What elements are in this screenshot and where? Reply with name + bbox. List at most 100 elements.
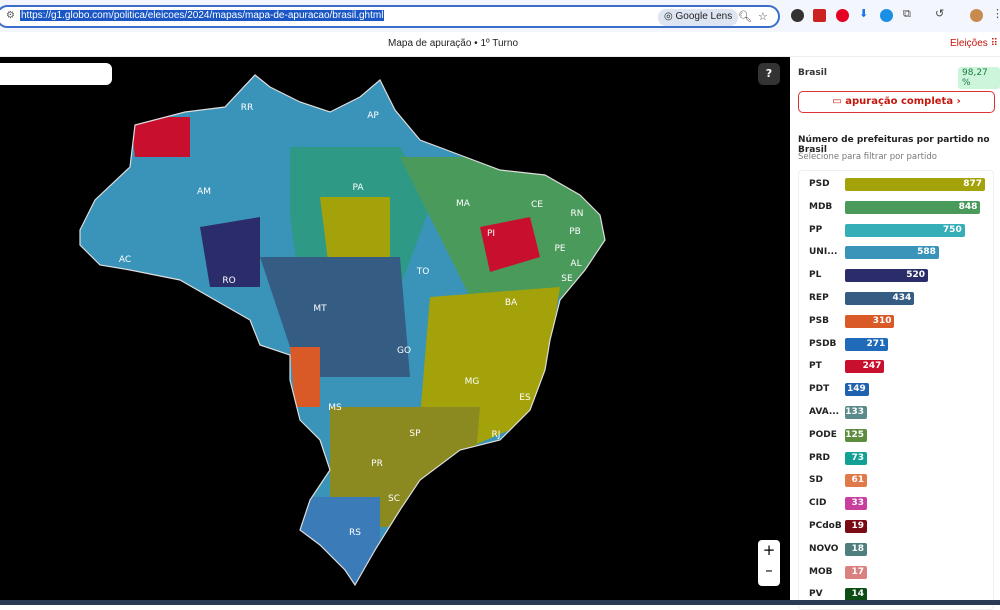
state-label-pi: PI — [487, 229, 495, 239]
party-label: PP — [809, 224, 823, 235]
party-bar[interactable]: 271 — [845, 337, 889, 351]
state-label-ac: AC — [119, 255, 131, 265]
party-label: NOVO — [809, 543, 839, 554]
state-label-go: GO — [397, 346, 411, 356]
party-label: PRD — [809, 452, 830, 463]
taskbar — [0, 600, 1000, 605]
zoom-out-button[interactable]: – — [765, 561, 773, 579]
section-subheading: Selecione para filtrar por partido — [798, 152, 937, 162]
menu-icon[interactable]: ⋮ — [992, 7, 1000, 20]
party-bar[interactable]: 877 — [845, 178, 985, 191]
chevron-right-icon: › — [956, 96, 961, 107]
state-label-es: ES — [519, 393, 531, 403]
state-label-ap: AP — [367, 111, 379, 121]
party-bar[interactable]: 588 — [845, 246, 939, 260]
profile-avatar[interactable] — [970, 9, 983, 22]
region-fill — [260, 257, 410, 377]
party-bar[interactable]: 133 — [845, 406, 867, 419]
party-label: PSB — [809, 315, 829, 326]
party-label: CID — [809, 498, 827, 509]
region-fill — [300, 497, 380, 585]
state-label-rs: RS — [349, 528, 361, 538]
extension-icon[interactable] — [880, 9, 893, 22]
apuracao-label: apuração completa — [845, 96, 954, 107]
party-bar[interactable]: 149 — [845, 383, 869, 397]
state-label-ba: BA — [505, 298, 518, 308]
ballot-icon: ▭ — [832, 96, 842, 107]
sidebar: Brasil 98,27 % ▭ apuração completa › Núm… — [790, 57, 1000, 610]
party-label: PCdoB — [809, 521, 842, 531]
browser-toolbar: ⚙ https://g1.globo.com/politica/eleicoes… — [0, 0, 1000, 32]
party-bar[interactable]: 125 — [845, 428, 867, 442]
google-lens-label: Google Lens — [675, 11, 733, 22]
party-bar[interactable]: 310 — [845, 314, 895, 328]
party-label: PDT — [809, 384, 830, 395]
party-bar[interactable]: 73 — [845, 451, 867, 465]
party-label: REP — [809, 293, 829, 303]
state-label-ms: MS — [328, 403, 342, 413]
state-label-mt: MT — [313, 304, 327, 314]
party-bar[interactable]: 33 — [845, 497, 867, 511]
party-bar[interactable]: 434 — [845, 292, 915, 305]
state-label-rj: RJ — [492, 430, 501, 440]
party-bar[interactable]: 247 — [845, 360, 885, 374]
state-label-sc: SC — [388, 494, 400, 504]
party-label: PV — [809, 589, 823, 600]
zoom-in-button[interactable]: + — [763, 541, 776, 559]
zoom-controls[interactable]: + – — [758, 540, 780, 586]
state-label-mg: MG — [465, 377, 480, 387]
url-text[interactable]: https://g1.globo.com/politica/eleicoes/2… — [20, 10, 385, 21]
party-bar[interactable]: 848 — [845, 200, 981, 214]
state-label-pe: PE — [554, 244, 565, 254]
election-map[interactable]: ? RR AP AM PA MA CE RN PB PI PE AL SE AC RO TO BA MT GO MG… — [0, 57, 790, 605]
party-bar[interactable]: 750 — [845, 223, 965, 237]
grid-menu-icon: ⠿ — [990, 38, 998, 49]
region-name: Brasil — [798, 68, 827, 78]
state-label-rr: RR — [241, 103, 254, 113]
brazil-map-svg: RR AP AM PA MA CE RN PB PI PE AL SE AC RO TO BA MT GO MG ES… — [79, 74, 606, 586]
download-icon[interactable]: ⬇ — [859, 7, 868, 20]
page-title: Mapa de apuração • 1º Turno — [388, 38, 519, 49]
party-label: MOB — [809, 566, 833, 577]
eleicoes-label: Eleições — [950, 38, 988, 49]
eleicoes-menu[interactable]: Eleições ⠿ — [950, 38, 998, 49]
state-label-ro: RO — [222, 276, 235, 286]
municipality-regions — [80, 75, 605, 585]
extension-icon[interactable] — [813, 9, 826, 22]
party-label: UNI... — [809, 247, 838, 258]
pinterest-icon[interactable] — [836, 9, 849, 22]
state-label-sp: SP — [409, 429, 421, 439]
party-bar[interactable]: 17 — [845, 565, 867, 579]
google-lens-button[interactable]: ◎ Google Lens — [658, 9, 739, 26]
party-label: PSD — [809, 179, 830, 189]
extensions-puzzle-icon[interactable]: ⧉ — [903, 7, 911, 21]
party-label: PSDB — [809, 338, 837, 349]
state-label-se: SE — [561, 274, 573, 284]
party-label: SD — [809, 475, 823, 486]
party-bar[interactable]: 18 — [845, 542, 867, 556]
bookmark-star-icon[interactable]: ☆ — [758, 10, 768, 23]
party-bar[interactable]: 61 — [845, 474, 867, 488]
state-label-pa: PA — [352, 183, 364, 193]
party-label: MDB — [809, 201, 833, 212]
page-header: Mapa de apuração • 1º Turno Eleições ⠿ — [0, 32, 1000, 57]
party-bar[interactable]: 19 — [845, 520, 867, 533]
party-bar[interactable]: 520 — [845, 269, 928, 283]
party-label: AVA... — [809, 407, 840, 417]
party-label: PT — [809, 361, 822, 372]
address-bar[interactable]: ⚙ https://g1.globo.com/politica/eleicoes… — [0, 5, 780, 28]
party-label: PL — [809, 270, 822, 281]
state-label-pb: PB — [569, 227, 581, 237]
state-label-rn: RN — [571, 209, 584, 219]
state-label-ce: CE — [531, 200, 543, 210]
region-fill — [130, 117, 190, 157]
state-label-ma: MA — [456, 199, 471, 209]
party-bar-chart: PSD 877 MDB 848 PP 750 UNI... 588 PL 520 REP 434 PSB… — [798, 170, 994, 610]
apuracao-completa-button[interactable]: ▭ apuração completa › — [798, 91, 995, 113]
site-settings-icon[interactable]: ⚙ — [6, 10, 15, 21]
state-label-am: AM — [197, 187, 211, 197]
history-icon[interactable]: ↺ — [935, 7, 944, 20]
state-label-to: TO — [416, 267, 430, 277]
zoom-icon[interactable]: 🔍︎ — [738, 10, 752, 23]
extension-icon[interactable] — [791, 9, 804, 22]
